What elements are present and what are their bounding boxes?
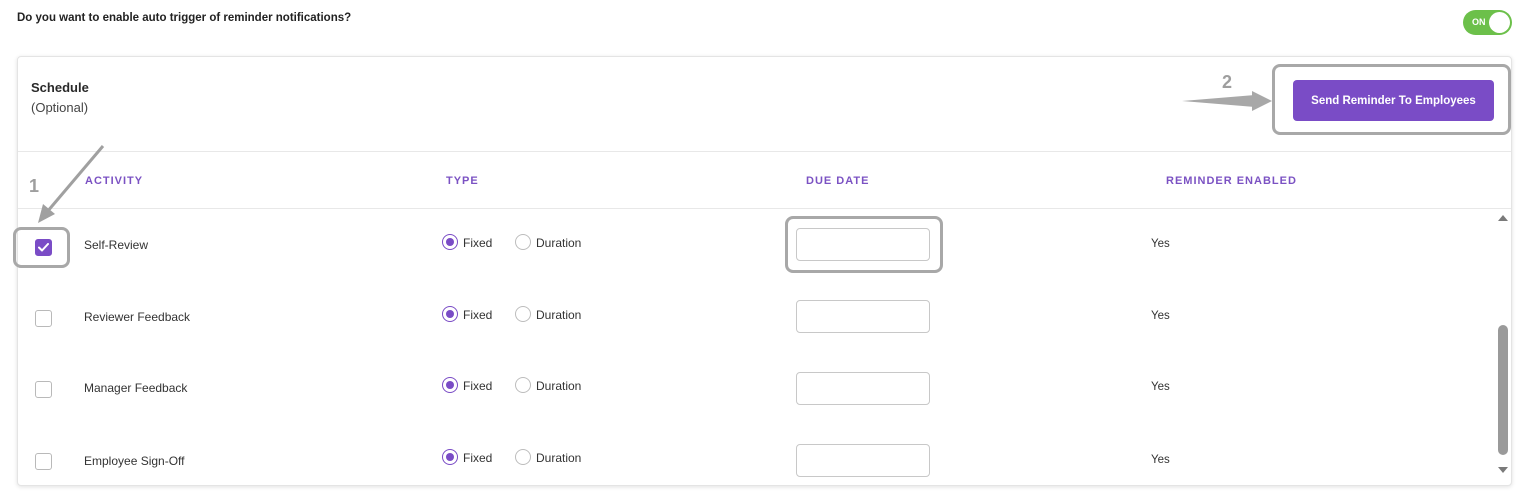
header-divider	[18, 151, 1511, 152]
auto-trigger-question: Do you want to enable auto trigger of re…	[17, 12, 352, 24]
callout-number-1: 1	[29, 176, 40, 196]
type-duration-radio[interactable]	[515, 234, 531, 250]
type-fixed-label[interactable]: Fixed	[463, 236, 492, 250]
column-header-type: TYPE	[446, 175, 479, 187]
type-duration-radio[interactable]	[515, 449, 531, 465]
activity-name: Reviewer Feedback	[84, 310, 191, 324]
checkmark-icon	[38, 243, 49, 252]
type-fixed-label[interactable]: Fixed	[463, 308, 492, 322]
reminder-enabled-value: Yes	[1151, 381, 1170, 393]
toggle-label: ON	[1472, 17, 1486, 27]
reminder-enabled-value: Yes	[1151, 454, 1170, 466]
table-row: Reviewer Feedback Fixed Duration Yes	[18, 281, 1493, 353]
type-fixed-label[interactable]: Fixed	[463, 451, 492, 465]
row-select-checkbox[interactable]	[35, 381, 52, 398]
table-row: Employee Sign-Off Fixed Duration Yes	[18, 425, 1493, 497]
callout-number-2: 2	[1222, 72, 1233, 92]
type-fixed-radio[interactable]	[442, 306, 458, 322]
type-fixed-radio[interactable]	[442, 234, 458, 250]
due-date-input[interactable]	[796, 444, 930, 477]
auto-trigger-toggle[interactable]: ON	[1463, 10, 1512, 35]
due-date-input[interactable]	[796, 228, 930, 261]
row-select-checkbox[interactable]	[35, 453, 52, 470]
type-duration-label[interactable]: Duration	[536, 379, 581, 393]
activity-name: Self-Review	[84, 238, 149, 252]
column-header-reminder-enabled: REMINDER ENABLED	[1166, 175, 1297, 187]
type-duration-label[interactable]: Duration	[536, 451, 581, 465]
schedule-card: Schedule (Optional) Send Reminder To Emp…	[17, 56, 1512, 486]
type-duration-radio[interactable]	[515, 377, 531, 393]
row-select-checkbox[interactable]	[35, 310, 52, 327]
type-duration-label[interactable]: Duration	[536, 236, 581, 250]
reminder-enabled-value: Yes	[1151, 238, 1170, 250]
table-row: Manager Feedback Fixed Duration Yes	[18, 353, 1493, 425]
send-reminder-button[interactable]: Send Reminder To Employees	[1293, 80, 1494, 121]
table-row: Self-Review Fixed Duration Yes	[18, 209, 1493, 281]
column-header-due-date: DUE DATE	[806, 175, 870, 187]
type-fixed-radio[interactable]	[442, 449, 458, 465]
reminder-enabled-value: Yes	[1151, 310, 1170, 322]
row-select-checkbox[interactable]	[35, 239, 52, 256]
toggle-knob	[1489, 12, 1510, 33]
scroll-up-arrow-icon[interactable]	[1498, 215, 1508, 221]
type-duration-label[interactable]: Duration	[536, 308, 581, 322]
type-fixed-label[interactable]: Fixed	[463, 379, 492, 393]
activity-name: Manager Feedback	[84, 381, 188, 395]
table-scrollbar[interactable]	[1495, 209, 1511, 479]
schedule-subtitle: (Optional)	[31, 100, 89, 115]
activity-name: Employee Sign-Off	[84, 454, 185, 468]
due-date-input[interactable]	[796, 372, 930, 405]
column-header-activity: ACTIVITY	[85, 175, 144, 187]
scroll-down-arrow-icon[interactable]	[1498, 467, 1508, 473]
due-date-input[interactable]	[796, 300, 930, 333]
type-duration-radio[interactable]	[515, 306, 531, 322]
schedule-title: Schedule	[31, 80, 89, 95]
type-fixed-radio[interactable]	[442, 377, 458, 393]
scrollbar-thumb[interactable]	[1498, 325, 1508, 455]
